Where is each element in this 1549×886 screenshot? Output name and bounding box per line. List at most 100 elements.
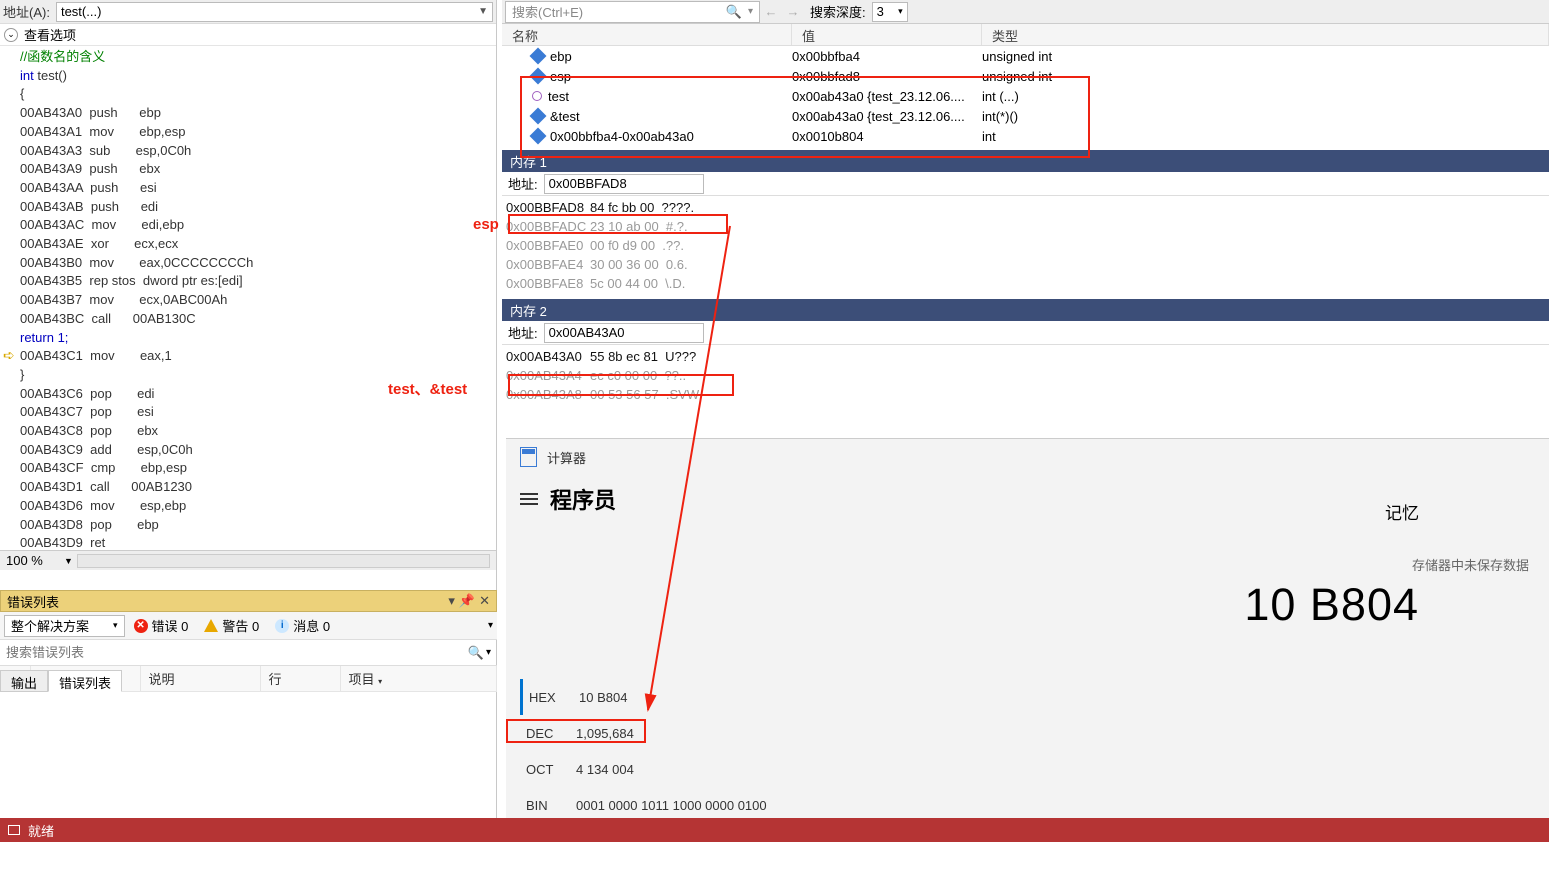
status-text: 就绪 [28, 821, 54, 840]
messages-count: 消息 0 [293, 616, 330, 635]
error-list-toolbar: 整个解决方案 ▾ ✕ 错误 0 警告 0 i 消息 0 ▾ [0, 612, 497, 640]
chevron-down-icon[interactable]: ▾ [748, 6, 753, 17]
address-combo[interactable]: test(...) ▼ [56, 2, 493, 22]
chevron-down-icon: ▾ [898, 6, 903, 17]
memory2-address-input[interactable] [544, 323, 704, 343]
chevron-down-icon[interactable]: ▾ [486, 647, 491, 658]
hamburger-icon[interactable] [520, 493, 538, 505]
depth-label: 搜索深度: [810, 2, 866, 21]
memory1-address-input[interactable] [544, 174, 704, 194]
memory1-title[interactable]: 内存 1 [502, 150, 1549, 172]
tab-output[interactable]: 输出 [0, 670, 48, 692]
error-search-row: 🔍 ▾ [0, 640, 497, 666]
bin-label: BIN [526, 798, 562, 813]
pin-icon[interactable]: 📌 [459, 593, 475, 609]
zoom-bar: 100 % ▼ [0, 550, 496, 570]
variable-icon [530, 48, 547, 65]
right-pane: 搜索(Ctrl+E) 🔍 ▾ ← → 搜索深度: 3 ▾ 名称 值 类型 ebp… [502, 0, 1549, 406]
watch-row[interactable]: 0x00bbfba4-0x00ab43a00x0010b804int [502, 126, 1549, 146]
memory2-dump[interactable]: 0x00AB43A055 8b ec 81 U???0x00AB43A4ec c… [502, 345, 1549, 406]
calc-memory-message: 存储器中未保存数据 [1412, 555, 1529, 574]
search-icon[interactable]: 🔍 [726, 4, 742, 20]
depth-select[interactable]: 3 ▾ [872, 2, 908, 22]
chevron-down-icon[interactable]: ▼ [64, 556, 73, 566]
col-name[interactable]: 名称 [502, 24, 792, 45]
watch-search-input[interactable]: 搜索(Ctrl+E) 🔍 ▾ [505, 1, 760, 23]
chevron-down-icon: ▼ [478, 6, 488, 17]
warning-icon [204, 619, 218, 632]
hex-label: HEX [529, 690, 565, 705]
col-line[interactable]: 行 [260, 666, 340, 692]
error-list-title-bar[interactable]: 错误列表 ▾ 📌 ✕ [0, 590, 497, 612]
watch-row[interactable]: &test0x00ab43a0 {test_23.12.06....int(*)… [502, 106, 1549, 126]
solution-label: 整个解决方案 [11, 616, 89, 635]
col-project[interactable]: 项目 ▾ [340, 666, 497, 692]
watch-row[interactable]: esp0x00bbfad8unsigned int [502, 66, 1549, 86]
error-icon: ✕ [134, 619, 148, 633]
address-label: 地址: [508, 174, 538, 193]
address-bar: 地址(A): test(...) ▼ [0, 0, 496, 24]
error-search-input[interactable] [6, 643, 468, 663]
oct-value: 4 134 004 [576, 762, 634, 777]
close-icon[interactable]: ✕ [479, 593, 490, 609]
col-project-label: 项目 [349, 672, 375, 687]
errors-filter-button[interactable]: ✕ 错误 0 [127, 615, 196, 637]
calc-app-title: 计算器 [547, 448, 586, 467]
col-desc[interactable]: 说明 [140, 666, 260, 692]
solution-select[interactable]: 整个解决方案 ▾ [4, 615, 125, 637]
base-hex[interactable]: HEX 10 B804 [520, 679, 767, 715]
memory1-dump[interactable]: 0x00BBFAD884 fc bb 00 ????.0x00BBFADC23 … [502, 196, 1549, 295]
tab-error-list[interactable]: 错误列表 [48, 670, 122, 692]
dec-value: 1,095,684 [576, 726, 634, 741]
zoom-value[interactable]: 100 % [6, 553, 62, 568]
variable-icon [530, 68, 547, 85]
address-label: 地址(A): [3, 2, 50, 21]
watch-row[interactable]: test0x00ab43a0 {test_23.12.06....int (..… [502, 86, 1549, 106]
memory1-address-bar: 地址: [502, 172, 1549, 196]
h-scrollbar[interactable] [77, 554, 490, 568]
watch-header: 名称 值 类型 [502, 24, 1549, 46]
dropdown-icon[interactable]: ▾ [448, 593, 455, 609]
hex-value: 10 B804 [579, 690, 627, 705]
calc-display: 10 B804 [1244, 579, 1419, 631]
base-oct[interactable]: OCT 4 134 004 [520, 751, 767, 787]
calc-mode-title: 程序员 [550, 483, 616, 515]
status-bar: 就绪 [0, 818, 1549, 842]
address-value: test(...) [61, 4, 101, 19]
dec-label: DEC [526, 726, 562, 741]
variable-icon [532, 91, 542, 101]
bottom-tabs: 输出 错误列表 [0, 670, 122, 692]
base-dec[interactable]: DEC 1,095,684 [520, 715, 767, 751]
status-icon [8, 825, 20, 835]
watch-search-bar: 搜索(Ctrl+E) 🔍 ▾ ← → 搜索深度: 3 ▾ [502, 0, 1549, 24]
calc-memory-label[interactable]: 记忆 [1385, 499, 1419, 524]
view-options-row[interactable]: ⌄ 查看选项 [0, 24, 496, 46]
messages-filter-button[interactable]: i 消息 0 [268, 615, 337, 637]
bin-value: 0001 0000 1011 1000 0000 0100 [576, 798, 767, 813]
col-type[interactable]: 类型 [982, 24, 1549, 45]
depth-value: 3 [877, 4, 884, 19]
chevron-down-icon: ⌄ [4, 28, 18, 42]
oct-label: OCT [526, 762, 562, 777]
disassembly-code[interactable]: //函数名的含义int test(){00AB43A0 push ebp00AB… [0, 46, 496, 550]
col-value[interactable]: 值 [792, 24, 982, 45]
watch-row[interactable]: ebp0x00bbfba4unsigned int [502, 46, 1549, 66]
nav-back-icon[interactable]: ← [760, 1, 782, 23]
calc-bases: HEX 10 B804 DEC 1,095,684 OCT 4 134 004 … [520, 679, 767, 823]
address-label: 地址: [508, 323, 538, 342]
search-icon[interactable]: 🔍 [468, 645, 484, 661]
nav-forward-icon[interactable]: → [782, 1, 804, 23]
variable-icon [530, 108, 547, 125]
warnings-count: 警告 0 [222, 616, 259, 635]
error-list-title: 错误列表 [7, 592, 59, 611]
chevron-down-icon[interactable]: ▾ [488, 620, 493, 631]
memory2-title[interactable]: 内存 2 [502, 299, 1549, 321]
view-options-label: 查看选项 [24, 25, 76, 44]
chevron-down-icon: ▾ [113, 620, 118, 631]
annotation-label-esp: esp [473, 216, 499, 233]
annotation-label-test: test、&test [388, 378, 467, 399]
calculator-app: 计算器 程序员 记忆 存储器中未保存数据 10 B804 HEX 10 B804… [506, 438, 1549, 818]
warnings-filter-button[interactable]: 警告 0 [197, 615, 266, 637]
watch-rows[interactable]: ebp0x00bbfba4unsigned intesp0x00bbfad8un… [502, 46, 1549, 146]
memory2-address-bar: 地址: [502, 321, 1549, 345]
